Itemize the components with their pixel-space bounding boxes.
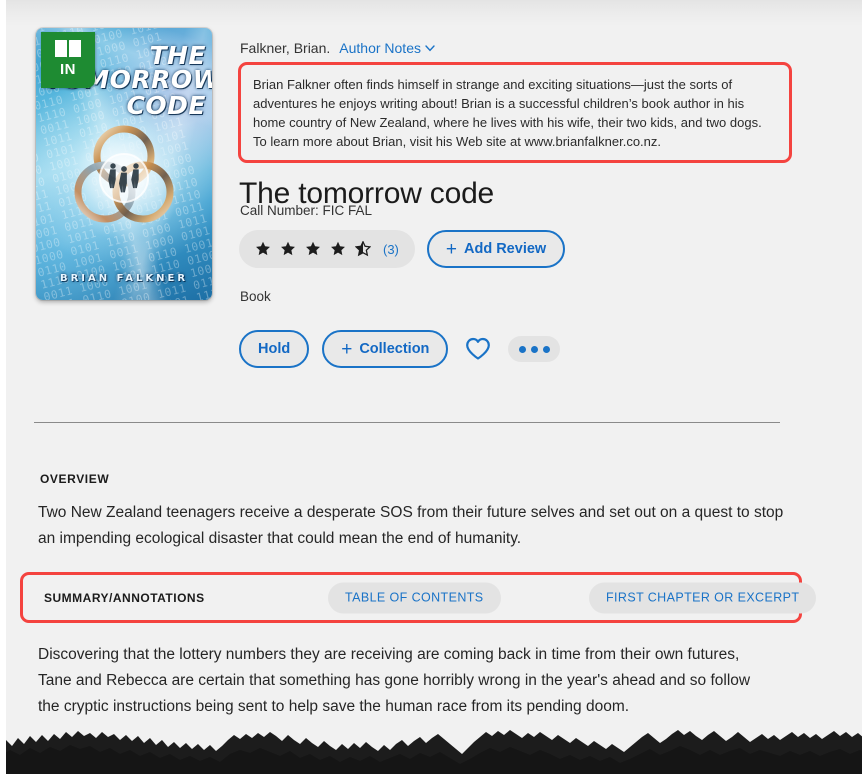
more-options-button[interactable]: [508, 336, 561, 362]
call-number: Call Number: FIC FAL: [240, 203, 373, 218]
author-notes-toggle[interactable]: Author Notes: [339, 40, 435, 56]
star-filled-icon: [331, 241, 345, 256]
summary-tabs: SUMMARY/ANNOTATIONS TABLE OF CONTENTS FI…: [23, 575, 817, 620]
add-to-collection-button[interactable]: + Collection: [322, 330, 449, 368]
more-dot: [530, 345, 538, 353]
rating-count: (3): [383, 241, 399, 257]
record-page: 0010 1101 0011 1000 0101 1101 0011 1000 …: [6, 0, 862, 774]
availability-badge: IN: [41, 32, 95, 88]
format-type: Book: [240, 289, 271, 304]
torn-paper-edge: [6, 730, 862, 774]
favorite-button[interactable]: [461, 332, 495, 366]
cover-title-line2: CODE: [126, 90, 206, 120]
tab-summary-annotations[interactable]: SUMMARY/ANNOTATIONS: [44, 591, 205, 605]
action-button-row: Hold + Collection: [239, 330, 561, 368]
tab-first-chapter-or-excerpt[interactable]: FIRST CHAPTER OR EXCERPT: [589, 582, 817, 613]
author-name: Falkner, Brian.: [240, 40, 331, 56]
hold-label: Hold: [258, 341, 291, 357]
add-review-label: Add Review: [464, 241, 547, 257]
star-rating[interactable]: (3): [239, 230, 415, 268]
heart-outline-icon: [466, 337, 491, 360]
collection-label: Collection: [359, 341, 430, 357]
summary-tabs-panel: SUMMARY/ANNOTATIONS TABLE OF CONTENTS FI…: [20, 572, 817, 623]
author-notes-label: Author Notes: [339, 40, 421, 56]
star-filled-icon: [281, 241, 295, 256]
summary-body: Discovering that the lottery numbers the…: [38, 646, 751, 715]
more-dot: [542, 345, 550, 353]
more-dot: [518, 345, 526, 353]
rating-row: (3) + Add Review: [239, 230, 566, 268]
availability-status-text: IN: [60, 61, 76, 78]
overview-heading: OVERVIEW: [40, 472, 110, 486]
section-divider: [34, 422, 780, 423]
silhouette-group: [108, 163, 139, 193]
star-half-icon: [355, 241, 371, 257]
add-review-button[interactable]: + Add Review: [426, 230, 566, 268]
author-notes-panel: Brian Falkner often finds himself in str…: [238, 62, 792, 163]
open-book-icon: [55, 40, 81, 59]
byline: Falkner, Brian. Author Notes: [240, 40, 435, 56]
overview-body: Two New Zealand teenagers receive a desp…: [38, 504, 784, 547]
record-header-section: 0010 1101 0011 1000 0101 1101 0011 1000 …: [6, 0, 862, 400]
star-filled-icon: [256, 241, 270, 256]
plus-icon: +: [445, 238, 457, 260]
cover-author-text: BRIAN FALKNER: [59, 273, 189, 284]
chevron-down-icon: [425, 39, 435, 55]
book-cover[interactable]: 0010 1101 0011 1000 0101 1101 0011 1000 …: [36, 28, 212, 300]
star-filled-icon: [306, 241, 320, 256]
hold-button[interactable]: Hold: [239, 330, 310, 368]
plus-icon: +: [341, 338, 353, 360]
author-notes-body: Brian Falkner often finds himself in str…: [253, 77, 762, 149]
biohazard-symbol-icon: [62, 116, 186, 240]
tab-table-of-contents[interactable]: TABLE OF CONTENTS: [328, 582, 501, 613]
